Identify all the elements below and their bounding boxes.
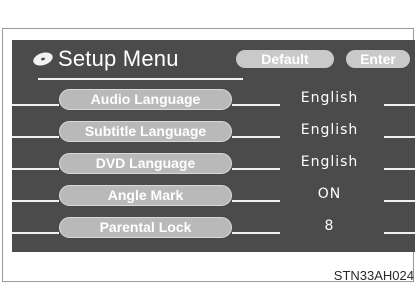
- parental-lock-button[interactable]: Parental Lock: [59, 217, 232, 238]
- row-connector: [12, 232, 59, 234]
- row-connector: [384, 168, 415, 170]
- menu-row-subtitle-language: Subtitle Language English: [12, 121, 415, 145]
- row-connector: [384, 200, 415, 202]
- row-connector: [384, 232, 415, 234]
- row-connector: [12, 168, 59, 170]
- menu-row-parental-lock: Parental Lock 8: [12, 217, 415, 241]
- title-divider: [38, 78, 243, 80]
- row-connector: [384, 104, 415, 106]
- row-connector: [232, 232, 280, 234]
- row-connector: [232, 168, 280, 170]
- row-connector: [232, 136, 280, 138]
- dvd-language-value: English: [300, 154, 359, 170]
- dvd-language-button[interactable]: DVD Language: [59, 153, 232, 174]
- setup-menu-screen: Setup Menu Default Enter Audio Language …: [12, 40, 415, 252]
- menu-row-dvd-language: DVD Language English: [12, 153, 415, 177]
- row-connector: [12, 104, 59, 106]
- menu-row-audio-language: Audio Language English: [12, 89, 415, 113]
- row-connector: [232, 200, 280, 202]
- subtitle-language-value: English: [300, 122, 359, 138]
- page-title: Setup Menu: [58, 46, 179, 71]
- row-connector: [12, 200, 59, 202]
- enter-button[interactable]: Enter: [346, 50, 410, 68]
- row-connector: [232, 104, 280, 106]
- menu-header: Setup Menu Default Enter: [12, 40, 415, 82]
- subtitle-language-button[interactable]: Subtitle Language: [59, 121, 232, 142]
- angle-mark-value: ON: [317, 186, 342, 202]
- default-button[interactable]: Default: [236, 50, 334, 68]
- audio-language-value: English: [300, 90, 359, 106]
- parental-lock-value: 8: [324, 218, 335, 234]
- angle-mark-button[interactable]: Angle Mark: [59, 185, 232, 206]
- disc-icon: [33, 52, 53, 66]
- figure-caption: STN33AH024: [333, 268, 414, 283]
- row-connector: [12, 136, 59, 138]
- menu-row-angle-mark: Angle Mark ON: [12, 185, 415, 209]
- audio-language-button[interactable]: Audio Language: [59, 89, 232, 110]
- row-connector: [384, 136, 415, 138]
